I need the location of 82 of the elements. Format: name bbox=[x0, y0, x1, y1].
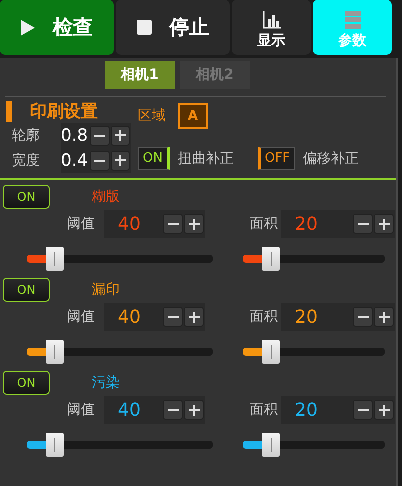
server-icon bbox=[344, 11, 360, 29]
value-field[interactable]: 20 bbox=[281, 396, 395, 424]
toggle-label: 偏移补正 bbox=[303, 150, 360, 168]
slider-thumb[interactable] bbox=[262, 340, 280, 364]
minus-icon bbox=[358, 409, 368, 411]
plus-icon bbox=[378, 312, 390, 322]
decrease-button[interactable] bbox=[163, 307, 183, 327]
enable-toggle[interactable]: ON bbox=[3, 185, 50, 209]
increase-button[interactable] bbox=[184, 214, 204, 234]
value-label: 阈值 bbox=[67, 401, 96, 419]
slider-thumb[interactable] bbox=[46, 247, 64, 271]
slider-thumb[interactable] bbox=[262, 433, 280, 457]
minus-icon bbox=[94, 160, 106, 162]
increase-button[interactable] bbox=[374, 214, 394, 234]
value-field[interactable]: 20 bbox=[281, 303, 395, 331]
param-field[interactable]: 0.8 bbox=[61, 123, 131, 148]
minus-icon bbox=[358, 223, 368, 225]
slider-track[interactable] bbox=[27, 247, 213, 271]
plus-icon bbox=[188, 312, 200, 322]
toolbar-button[interactable]: 显示 bbox=[232, 0, 311, 55]
toolbar-button[interactable]: 停止 bbox=[116, 0, 230, 55]
param-label: 轮廓 bbox=[12, 126, 41, 144]
decrease-button[interactable] bbox=[90, 150, 110, 170]
section-marker bbox=[6, 101, 12, 122]
defect-name: 糊版 bbox=[92, 188, 120, 206]
value-label: 阈值 bbox=[67, 308, 96, 326]
decrease-button[interactable] bbox=[163, 214, 183, 234]
value-label: 面积 bbox=[250, 215, 279, 233]
value-field[interactable]: 40 bbox=[104, 210, 205, 238]
param-field[interactable]: 0.4 bbox=[61, 148, 131, 173]
toggle-button[interactable]: ON bbox=[138, 147, 170, 170]
slider-thumb[interactable] bbox=[46, 340, 64, 364]
value-label: 面积 bbox=[250, 401, 279, 419]
slider-track[interactable] bbox=[243, 340, 385, 364]
minus-icon bbox=[168, 316, 178, 318]
increase-button[interactable] bbox=[110, 150, 130, 170]
minus-icon bbox=[168, 223, 178, 225]
decrease-button[interactable] bbox=[163, 400, 183, 420]
plus-icon bbox=[188, 218, 200, 230]
defect-name: 漏印 bbox=[92, 281, 120, 299]
stop-icon bbox=[136, 20, 152, 35]
decrease-button[interactable] bbox=[353, 400, 373, 420]
minus-icon bbox=[94, 134, 106, 136]
toggle-button[interactable]: OFF bbox=[258, 147, 296, 170]
plus-icon bbox=[188, 404, 200, 416]
increase-button[interactable] bbox=[184, 400, 204, 420]
section-title: 印刷设置 bbox=[30, 101, 98, 123]
plus-icon bbox=[114, 155, 126, 166]
toolbar-button[interactable]: 检查 bbox=[0, 0, 114, 55]
plus-icon bbox=[378, 404, 390, 416]
region-button[interactable]: A bbox=[178, 103, 208, 129]
param-label: 宽度 bbox=[12, 152, 41, 170]
plus-icon bbox=[378, 218, 390, 230]
enable-toggle[interactable]: ON bbox=[3, 278, 50, 302]
toggle-label: 扭曲补正 bbox=[178, 150, 234, 168]
increase-button[interactable] bbox=[374, 307, 394, 327]
defect-name: 污染 bbox=[92, 374, 120, 392]
value-label: 面积 bbox=[250, 308, 279, 326]
camera-tab[interactable]: 相机1 bbox=[105, 61, 175, 89]
decrease-button[interactable] bbox=[353, 307, 373, 327]
value-field[interactable]: 20 bbox=[281, 210, 395, 238]
minus-icon bbox=[168, 409, 178, 411]
plus-icon bbox=[114, 130, 126, 141]
value-field[interactable]: 40 bbox=[104, 396, 205, 424]
increase-button[interactable] bbox=[374, 400, 394, 420]
slider-track[interactable] bbox=[243, 433, 385, 457]
increase-button[interactable] bbox=[110, 126, 130, 146]
slider-thumb[interactable] bbox=[262, 247, 280, 271]
slider-thumb[interactable] bbox=[46, 433, 64, 457]
region-label: 区域 bbox=[138, 107, 166, 125]
play-icon bbox=[21, 20, 35, 36]
slider-track[interactable] bbox=[243, 247, 385, 271]
bar-chart-icon bbox=[262, 11, 280, 29]
decrease-button[interactable] bbox=[353, 214, 373, 234]
value-field[interactable]: 40 bbox=[104, 303, 205, 331]
slider-track[interactable] bbox=[27, 433, 213, 457]
enable-toggle[interactable]: ON bbox=[3, 371, 50, 395]
decrease-button[interactable] bbox=[90, 126, 110, 146]
value-label: 阈值 bbox=[67, 215, 96, 233]
minus-icon bbox=[358, 316, 368, 318]
slider-track[interactable] bbox=[27, 340, 213, 364]
increase-button[interactable] bbox=[184, 307, 204, 327]
